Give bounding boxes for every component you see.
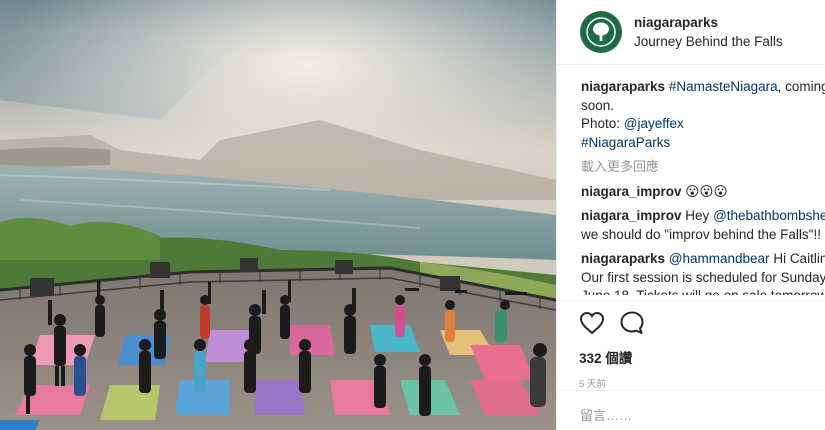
hashtag-niagaraparks[interactable]: #NiagaraParks [581,135,670,150]
heart-icon[interactable] [579,311,605,335]
photo-label: Photo: [581,116,624,131]
comment-text: Hey [681,208,714,223]
comment-mention[interactable]: @thebathbombshe [713,208,825,223]
header-location[interactable]: Journey Behind the Falls [634,32,783,51]
comment-username[interactable]: niagara_improv [581,208,682,223]
load-more-comments[interactable]: 載入更多回應 [581,158,825,177]
caption-text: , coming [777,79,825,94]
comment-username[interactable]: niagaraparks [581,251,665,266]
comment-item: niagara_improv 😮😮😮 [581,183,825,202]
comment-bubble-icon[interactable] [619,310,645,336]
yoga-falls-photo [0,0,556,430]
comment-text-line: Our first session is scheduled for Sunda… [581,269,825,285]
hashtag-namaste[interactable]: #NamasteNiagara [669,79,778,94]
photo-mention[interactable]: @jayeffex [624,116,684,131]
post-timestamp[interactable]: 5 天前 [579,376,825,390]
likes-count[interactable]: 332 個讚 [579,347,825,367]
avatar[interactable] [580,11,622,53]
comment-text: 😮😮😮 [681,183,728,199]
comment-item: niagaraparks @hammandbear Hi Caitlin Our… [581,250,825,295]
comment-item: niagara_improv Hey @thebathbombshe we sh… [581,207,825,244]
caption: niagaraparks #NamasteNiagara, coming soo… [581,78,825,152]
tree-icon [586,17,616,47]
caption-username[interactable]: niagaraparks [581,79,665,94]
comment-text-line: June 18. Tickets will go on sale tomorro… [581,287,825,295]
caption-text-2: soon. [581,97,615,113]
comment-username[interactable]: niagara_improv [581,184,682,199]
header-username[interactable]: niagaraparks [634,14,783,32]
comment-mention[interactable]: @hammandbear [665,251,770,266]
comments-list: niagaraparks #NamasteNiagara, coming soo… [557,65,825,295]
comment-text: Hi Caitlin [769,251,825,266]
post-header: niagaraparks Journey Behind the Falls [557,0,825,65]
post-actions: 332 個讚 5 天前 [557,300,825,390]
post-photo[interactable] [0,0,556,430]
add-comment-input[interactable]: 留言…… [557,390,825,430]
comment-text-line: we should do "improv behind the Falls"!! [581,226,821,242]
post-side-panel: niagaraparks Journey Behind the Falls ni… [556,0,825,430]
